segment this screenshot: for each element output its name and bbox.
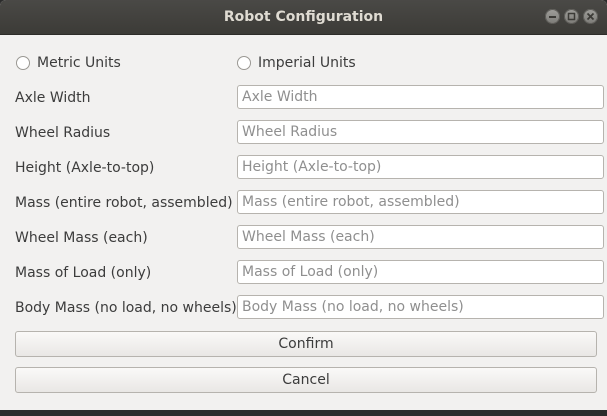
close-icon bbox=[586, 12, 595, 21]
axle-width-label: Axle Width bbox=[15, 90, 91, 106]
wheel-mass-row: Wheel Mass (each) bbox=[0, 225, 607, 251]
window-title: Robot Configuration bbox=[223, 9, 384, 25]
mass-of-load-input[interactable] bbox=[237, 260, 604, 284]
confirm-button[interactable]: Confirm bbox=[15, 331, 597, 357]
imperial-radio-circle[interactable] bbox=[237, 56, 251, 70]
wheel-mass-label: Wheel Mass (each) bbox=[15, 230, 148, 246]
wheel-mass-input[interactable] bbox=[237, 225, 604, 249]
metric-units-radio[interactable]: Metric Units bbox=[16, 52, 121, 74]
wheel-radius-label: Wheel Radius bbox=[15, 125, 111, 141]
wheel-radius-row: Wheel Radius bbox=[0, 120, 607, 146]
height-input[interactable] bbox=[237, 155, 604, 179]
robot-configuration-window: Robot Configuration Metric Units Imperia… bbox=[0, 0, 607, 410]
minimize-icon bbox=[549, 16, 556, 18]
cancel-button[interactable]: Cancel bbox=[15, 367, 597, 393]
mass-entire-input[interactable] bbox=[237, 190, 604, 214]
axle-width-row: Axle Width bbox=[0, 85, 607, 111]
metric-radio-circle[interactable] bbox=[16, 56, 30, 70]
mass-entire-label: Mass (entire robot, assembled) bbox=[15, 195, 233, 211]
close-button[interactable] bbox=[583, 9, 598, 24]
height-label: Height (Axle-to-top) bbox=[15, 160, 155, 176]
maximize-icon bbox=[567, 12, 576, 21]
minimize-button[interactable] bbox=[545, 9, 560, 24]
wheel-radius-input[interactable] bbox=[237, 120, 604, 144]
imperial-units-radio[interactable]: Imperial Units bbox=[237, 52, 356, 74]
body-mass-row: Body Mass (no load, no wheels) bbox=[0, 295, 607, 321]
body-mass-input[interactable] bbox=[237, 295, 604, 319]
metric-units-label: Metric Units bbox=[37, 55, 121, 71]
maximize-button[interactable] bbox=[564, 9, 579, 24]
title-bar[interactable]: Robot Configuration bbox=[0, 0, 607, 35]
mass-entire-row: Mass (entire robot, assembled) bbox=[0, 190, 607, 216]
mass-of-load-row: Mass of Load (only) bbox=[0, 260, 607, 286]
imperial-units-label: Imperial Units bbox=[258, 55, 356, 71]
axle-width-input[interactable] bbox=[237, 85, 604, 109]
background-strip bbox=[0, 410, 607, 416]
height-row: Height (Axle-to-top) bbox=[0, 155, 607, 181]
mass-of-load-label: Mass of Load (only) bbox=[15, 265, 152, 281]
body-mass-label: Body Mass (no load, no wheels) bbox=[15, 300, 237, 316]
